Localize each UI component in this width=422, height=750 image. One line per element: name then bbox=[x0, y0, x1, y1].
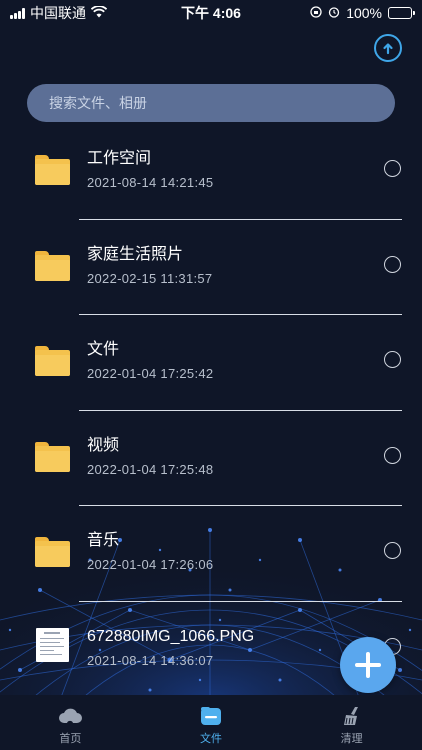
select-radio[interactable] bbox=[384, 351, 401, 368]
file-list: 工作空间 2021-08-14 14:21:45 家庭生活照片 2022-02-… bbox=[0, 124, 422, 697]
alarm-icon bbox=[328, 5, 340, 21]
folder-icon bbox=[35, 155, 70, 185]
folder-tab-icon bbox=[199, 705, 223, 727]
battery-percent: 100% bbox=[346, 5, 382, 21]
tab-files[interactable]: 文件 bbox=[141, 695, 282, 750]
folder-icon bbox=[35, 441, 70, 472]
list-item[interactable]: 音乐 2022-01-04 17:26:06 bbox=[0, 506, 422, 602]
file-name: 视频 bbox=[87, 436, 120, 454]
search-bar[interactable] bbox=[27, 84, 395, 122]
list-item[interactable]: 工作空间 2021-08-14 14:21:45 bbox=[0, 124, 422, 220]
folder-icon bbox=[35, 346, 70, 376]
tab-label: 文件 bbox=[200, 733, 222, 745]
status-time: 下午 4:06 bbox=[181, 5, 241, 21]
file-date: 2021-08-14 14:36:07 bbox=[87, 652, 214, 668]
tab-clean[interactable]: 清理 bbox=[281, 695, 422, 750]
status-left: 中国联通 bbox=[10, 3, 108, 23]
file-date: 2022-01-04 17:25:48 bbox=[87, 461, 214, 477]
image-thumbnail bbox=[36, 627, 69, 662]
wifi-icon bbox=[90, 5, 108, 21]
status-right: 100% bbox=[310, 5, 415, 21]
file-name: 家庭生活照片 bbox=[87, 245, 184, 263]
search-input[interactable] bbox=[49, 95, 395, 111]
rotation-lock-icon bbox=[310, 5, 322, 21]
add-button[interactable] bbox=[340, 637, 396, 693]
file-date: 2022-01-04 17:26:06 bbox=[87, 557, 214, 572]
select-radio[interactable] bbox=[384, 160, 401, 177]
cloud-home-icon bbox=[58, 705, 83, 727]
folder-icon bbox=[35, 537, 70, 567]
file-name: 音乐 bbox=[87, 532, 120, 549]
file-date: 2021-08-14 14:21:45 bbox=[87, 175, 214, 190]
tab-bar: 首页 文件 清理 bbox=[0, 695, 422, 750]
select-radio[interactable] bbox=[384, 255, 401, 273]
file-date: 2022-01-04 17:25:42 bbox=[87, 366, 214, 381]
signal-icon bbox=[10, 7, 25, 19]
file-date: 2022-02-15 11:31:57 bbox=[87, 270, 213, 286]
list-item[interactable]: 家庭生活照片 2022-02-15 11:31:57 bbox=[0, 220, 422, 315]
file-name: 文件 bbox=[87, 341, 120, 358]
tab-home[interactable]: 首页 bbox=[0, 695, 141, 750]
tab-label: 清理 bbox=[340, 733, 363, 745]
select-radio[interactable] bbox=[384, 446, 401, 464]
status-bar: 中国联通 下午 4:06 100% bbox=[0, 0, 422, 26]
plus-icon bbox=[355, 652, 381, 678]
tab-label: 首页 bbox=[59, 733, 82, 745]
list-item[interactable]: 视频 2022-01-04 17:25:48 bbox=[0, 411, 422, 506]
broom-icon bbox=[340, 705, 364, 727]
folder-icon bbox=[35, 250, 70, 281]
carrier-label: 中国联通 bbox=[30, 5, 86, 21]
list-item[interactable]: 文件 2022-01-04 17:25:42 bbox=[0, 315, 422, 411]
upload-cloud-icon[interactable] bbox=[374, 34, 402, 62]
select-radio[interactable] bbox=[384, 542, 401, 559]
file-name: 672880IMG_1066.PNG bbox=[87, 627, 255, 645]
battery-icon bbox=[388, 7, 415, 19]
file-name: 工作空间 bbox=[87, 150, 152, 167]
